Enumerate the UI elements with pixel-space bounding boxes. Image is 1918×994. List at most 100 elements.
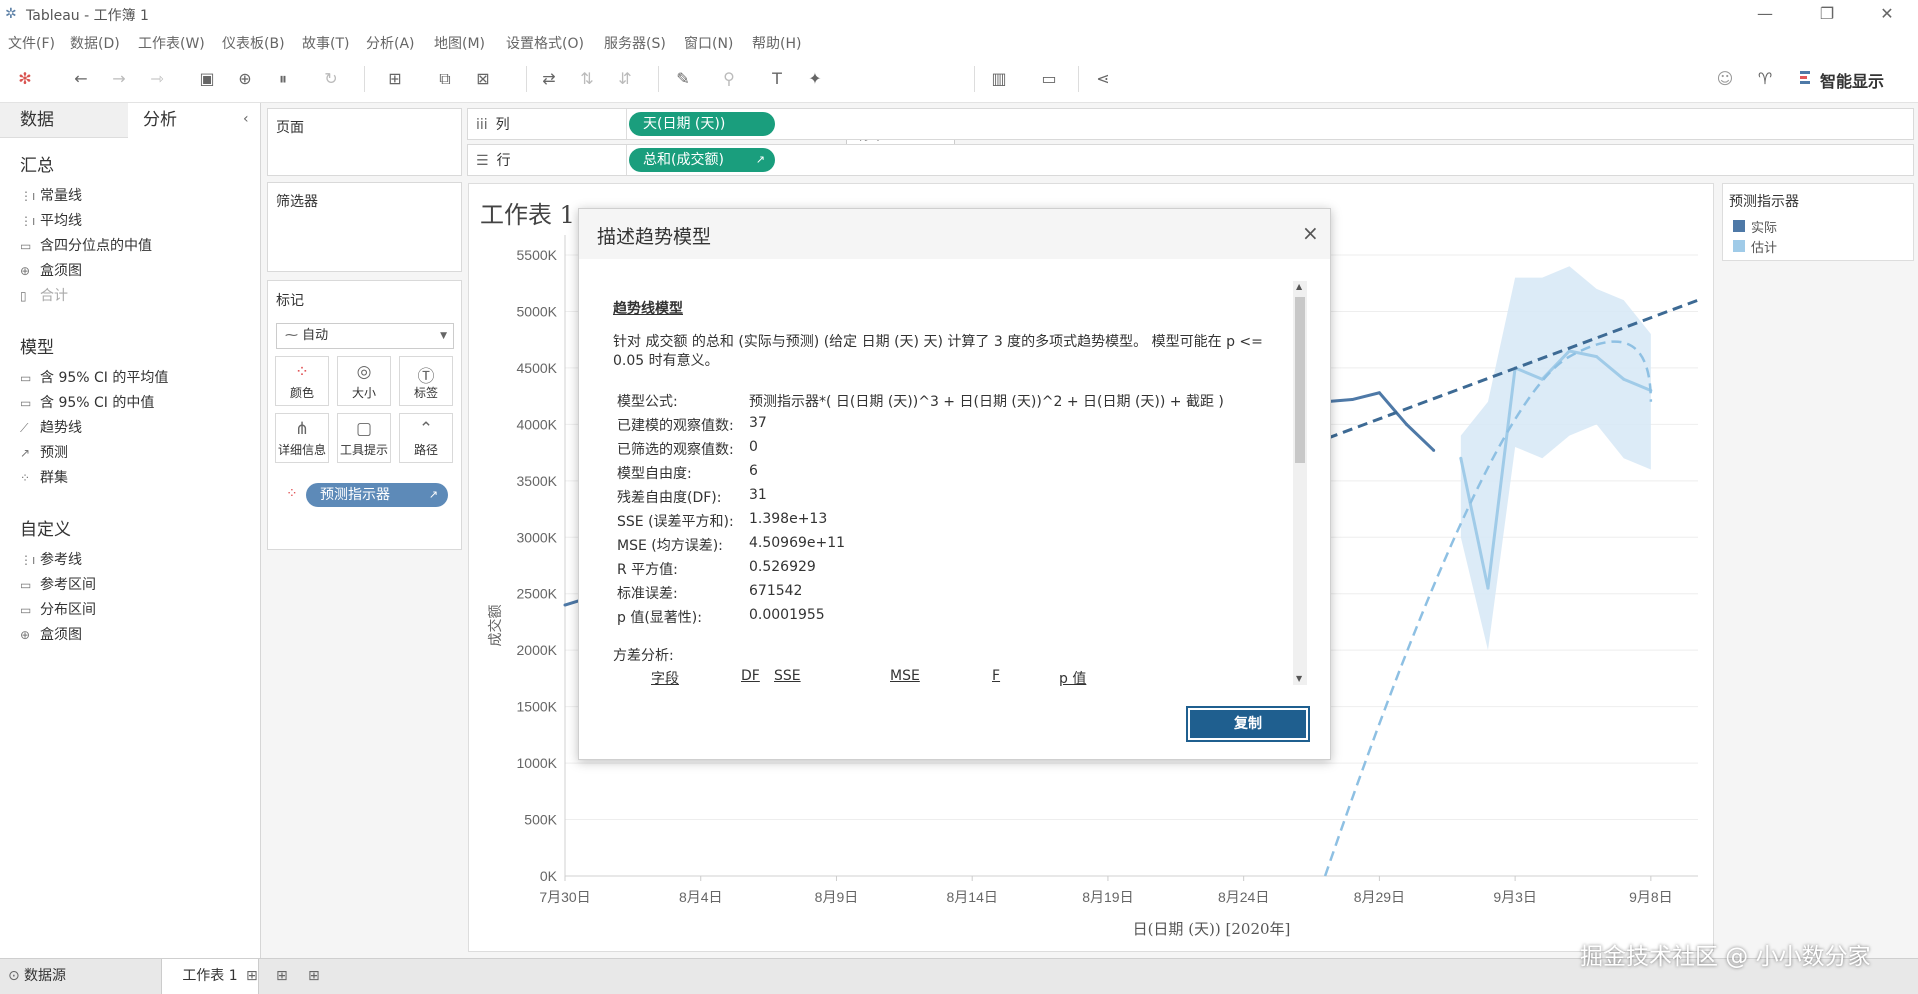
datasource-tab[interactable]: 数据源 [24, 959, 66, 994]
forecast-indicator-pill[interactable]: 预测指示器 ↗ [306, 483, 448, 507]
analytics-item-trend-line[interactable]: ⟋ 趋势线 [20, 418, 82, 438]
chevron-down-icon: ▼ [440, 331, 447, 341]
sort-asc-icon[interactable]: ⇅ [576, 68, 598, 90]
collapse-panel-icon[interactable]: ‹ [243, 111, 249, 127]
band-icon: ▭ [20, 578, 32, 592]
analytics-item-boxplot[interactable]: ⊕ 盒须图 [20, 261, 82, 281]
analytics-item-median-ci[interactable]: ▭ 含 95% CI 的中值 [20, 393, 154, 413]
dialog-scrollbar-thumb[interactable] [1295, 297, 1305, 463]
menu-story[interactable]: 故事(T) [302, 33, 349, 53]
smart-display-button[interactable]: 智能显示 [1820, 68, 1884, 92]
tableau-logo-icon: ✲ [5, 6, 17, 22]
smart-display-icon [1800, 71, 1810, 84]
sheet-tab[interactable]: 工作表 1 [161, 959, 259, 994]
legend-label-estimate[interactable]: 估计 [1751, 237, 1777, 256]
color-button[interactable]: ⁘ 颜色 [275, 356, 329, 406]
columns-shelf[interactable]: iii 列 天(日期 (天)) [467, 108, 1914, 140]
analytics-item-mean-ci[interactable]: ▭ 含 95% CI 的平均值 [20, 368, 168, 388]
boxplot-icon: ⊕ [20, 628, 31, 642]
columns-pill[interactable]: 天(日期 (天)) [629, 112, 775, 136]
menu-format[interactable]: 设置格式(O) [506, 33, 584, 53]
new-datasource-icon[interactable]: ⊕ [234, 68, 256, 90]
tooltip-button[interactable]: ▢ 工具提示 [337, 413, 391, 463]
legend-card: 预测指示器 实际 估计 [1722, 183, 1914, 261]
tab-analysis[interactable]: 分析 [128, 103, 260, 137]
new-worksheet-icon[interactable]: ⊞ [246, 959, 258, 994]
scroll-up-icon[interactable]: ▲ [1296, 282, 1302, 291]
pause-update-icon[interactable]: ⏸ [272, 68, 294, 90]
pin-icon[interactable]: ✦ [804, 68, 826, 90]
analytics-item-label: 盒须图 [40, 627, 82, 643]
menu-analysis[interactable]: 分析(A) [366, 33, 415, 53]
group-icon[interactable]: ⚲ [718, 68, 740, 90]
save-icon[interactable]: ▣ [196, 68, 218, 90]
show-cards-icon[interactable]: ▥ [988, 68, 1010, 90]
forecast-icon: ↗ [428, 488, 438, 501]
highlight-icon[interactable]: ✎ [672, 68, 694, 90]
minimize-button[interactable]: — [1742, 0, 1788, 28]
rows-pill[interactable]: 总和(成交额) ↗ [629, 148, 775, 172]
legend-title: 预测指示器 [1729, 194, 1799, 210]
swap-icon[interactable]: ⇄ [538, 68, 560, 90]
menu-data[interactable]: 数据(D) [70, 33, 120, 53]
show-labels-icon[interactable]: T [766, 68, 788, 90]
close-button[interactable]: ✕ [1864, 0, 1910, 28]
tab-data[interactable]: 数据 [0, 103, 128, 138]
refresh-icon[interactable]: ↻ [320, 68, 342, 90]
x-tick-label: 8月29日 [1354, 889, 1405, 905]
analytics-item-distribution-band[interactable]: ▭ 分布区间 [20, 600, 96, 620]
menu-help[interactable]: 帮助(H) [752, 33, 801, 53]
menu-dashboard[interactable]: 仪表板(B) [222, 33, 285, 53]
pages-card[interactable]: 页面 [267, 108, 462, 176]
paint-icon[interactable]: ♈ [1754, 68, 1776, 90]
share-icon[interactable]: ⋖ [1092, 68, 1114, 90]
bot-icon[interactable]: ☺ [1714, 68, 1736, 90]
sort-desc-icon[interactable]: ⇵ [614, 68, 636, 90]
menu-worksheet[interactable]: 工作表(W) [138, 33, 205, 53]
analytics-item-forecast[interactable]: ↗ 预测 [20, 443, 68, 463]
x-tick-label: 8月19日 [1082, 889, 1133, 905]
redo-icon[interactable]: → [108, 68, 130, 90]
close-icon[interactable]: × [1302, 221, 1319, 245]
toolbar-separator [658, 66, 659, 92]
analytics-item-totals[interactable]: ▯ 合计 [20, 286, 68, 306]
path-button[interactable]: ⌃ 路径 [399, 413, 453, 463]
menu-window[interactable]: 窗口(N) [684, 33, 733, 53]
analytics-item-reference-band[interactable]: ▭ 参考区间 [20, 575, 96, 595]
menu-file[interactable]: 文件(F) [8, 33, 55, 53]
analytics-item-constant-line[interactable]: ⋮ı 常量线 [20, 186, 82, 206]
replay-icon[interactable]: ⇾ [146, 68, 168, 90]
analytics-item-cluster[interactable]: ⁘ 群集 [20, 468, 68, 488]
label-button[interactable]: Ⓣ 标签 [399, 356, 453, 406]
menu-server[interactable]: 服务器(S) [604, 33, 666, 53]
rows-shelf[interactable]: ☰ 行 总和(成交额) ↗ [467, 144, 1914, 176]
analytics-item-median-quartiles[interactable]: ▭ 含四分位点的中值 [20, 236, 152, 256]
filters-card[interactable]: 筛选器 [267, 182, 462, 272]
duplicate-icon[interactable]: ⧉ [434, 68, 456, 90]
new-story-icon[interactable]: ⊞ [308, 959, 320, 994]
presentation-icon[interactable]: ▭ [1038, 68, 1060, 90]
legend-label-actual[interactable]: 实际 [1751, 217, 1777, 236]
actual-point [1432, 448, 1436, 452]
estimate-point [1595, 355, 1599, 359]
restore-button[interactable]: ❐ [1804, 0, 1850, 28]
size-button-label: 大小 [351, 386, 376, 400]
analytics-item-label: 分布区间 [40, 602, 96, 618]
undo-icon[interactable]: ← [70, 68, 92, 90]
size-button[interactable]: ◎ 大小 [337, 356, 391, 406]
clear-sheet-icon[interactable]: ⊠ [472, 68, 494, 90]
analytics-item-custom-boxplot[interactable]: ⊕ 盒须图 [20, 625, 82, 645]
new-dashboard-icon[interactable]: ⊞ [276, 959, 288, 994]
scroll-down-icon[interactable]: ▼ [1296, 674, 1302, 683]
y-tick-label: 1000K [517, 755, 558, 771]
y-tick-label: 1500K [517, 699, 558, 715]
mark-type-select[interactable]: ⁓ 自动 ▼ [276, 323, 454, 349]
copy-button[interactable]: 复制 [1186, 706, 1310, 742]
detail-button[interactable]: ⋔ 详细信息 [275, 413, 329, 463]
new-worksheet-icon[interactable]: ⊞ [384, 68, 406, 90]
tableau-home-icon[interactable]: ✻ [14, 68, 36, 90]
analytics-item-reference-line[interactable]: ⋮ı 参考线 [20, 550, 82, 570]
menu-map[interactable]: 地图(M) [434, 33, 485, 53]
totals-icon: ▯ [20, 289, 27, 303]
analytics-item-average-line[interactable]: ⋮ı 平均线 [20, 211, 82, 231]
